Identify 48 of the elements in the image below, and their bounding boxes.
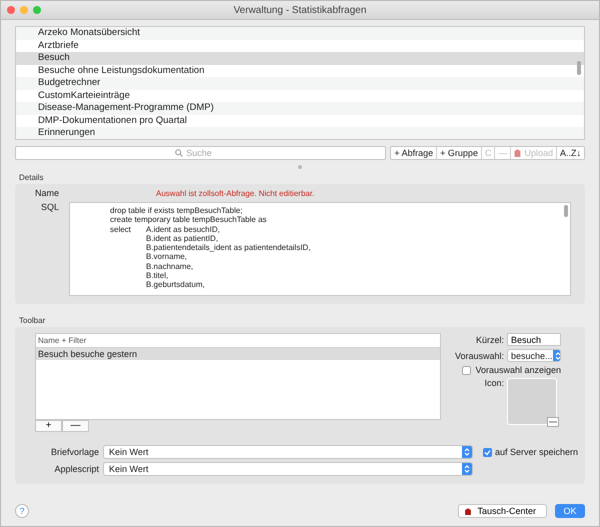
preselection-label: Vorauswahl: xyxy=(454,350,504,360)
toolbar-item[interactable]: Besuch besuche gestern xyxy=(36,348,440,360)
bag-icon xyxy=(465,508,472,514)
shortcut-field[interactable]: Besuch xyxy=(507,333,561,346)
zoom-button[interactable] xyxy=(33,6,41,14)
window-title: Verwaltung - Statistikabfragen xyxy=(234,4,366,16)
scrollbar-thumb[interactable] xyxy=(564,205,568,217)
applescript-label: Applescript xyxy=(53,464,99,474)
minimize-button[interactable] xyxy=(20,6,28,14)
query-item[interactable]: DMP-Dokumentationen pro Quartal xyxy=(16,114,584,127)
applescript-popup[interactable]: Kein Wert xyxy=(103,462,473,476)
shortcut-label: Kürzel: xyxy=(474,334,504,344)
letter-template-popup[interactable]: Kein Wert xyxy=(103,445,473,459)
exchange-center-button[interactable]: Tausch-Center xyxy=(458,504,547,518)
split-handle[interactable] xyxy=(298,165,302,169)
stepper-icon xyxy=(554,350,560,361)
filter-field[interactable]: Name + Filter xyxy=(38,336,440,345)
sql-editor[interactable]: drop table if exists tempBesuchTable; create temporary table tempBesuchTable as select A.ident as besuchID, B.ident as patientID, B.patientendetails_ident as patientendetailsID, B.vorname, B.nachname, B.titel, B.geburtsdatum, xyxy=(69,202,571,296)
query-item[interactable]: Besuche ohne Leistungsdokumentation xyxy=(16,64,584,77)
checkbox-label: Vorauswahl anzeigen xyxy=(475,365,561,375)
remove-icon-button[interactable]: — xyxy=(547,417,559,427)
icon-well[interactable]: — xyxy=(507,378,557,425)
query-item[interactable]: Arzeko Monatsübersicht xyxy=(16,27,584,40)
checkbox-label: auf Server speichern xyxy=(495,447,578,457)
query-item[interactable]: Besuch xyxy=(16,52,584,64)
section-title: Details xyxy=(19,173,44,182)
query-item[interactable]: Erinnerungen xyxy=(16,127,584,139)
query-item[interactable]: Budgetrechner xyxy=(16,77,584,90)
preselection-popup[interactable]: besuche... xyxy=(507,349,561,362)
stepper-icon xyxy=(463,446,471,458)
sql-label: SQL xyxy=(40,202,59,214)
checkbox[interactable] xyxy=(462,366,472,374)
checkbox[interactable] xyxy=(483,448,492,456)
query-item[interactable]: Disease-Management-Programme (DMP) xyxy=(16,102,584,114)
warning-text: Auswahl ist zollsoft-Abfrage. Nicht editierbar. xyxy=(156,189,314,198)
icon-label: Icon: xyxy=(483,378,504,388)
scrollbar-thumb[interactable] xyxy=(577,61,581,75)
query-item[interactable]: Arztbriefe xyxy=(16,40,584,52)
section-title: Toolbar xyxy=(19,316,46,325)
toolbar-button[interactable]: + Abfrage xyxy=(391,147,438,159)
stepper-icon xyxy=(463,463,471,475)
add-button[interactable]: + xyxy=(35,420,62,432)
name-label: Name xyxy=(34,188,59,199)
letter-template-label: Briefvorlage xyxy=(50,447,99,457)
remove-button[interactable]: — xyxy=(62,420,89,432)
query-item[interactable]: CustomKarteieinträge xyxy=(16,90,584,102)
bag-icon xyxy=(514,149,522,157)
close-button[interactable] xyxy=(7,6,15,14)
